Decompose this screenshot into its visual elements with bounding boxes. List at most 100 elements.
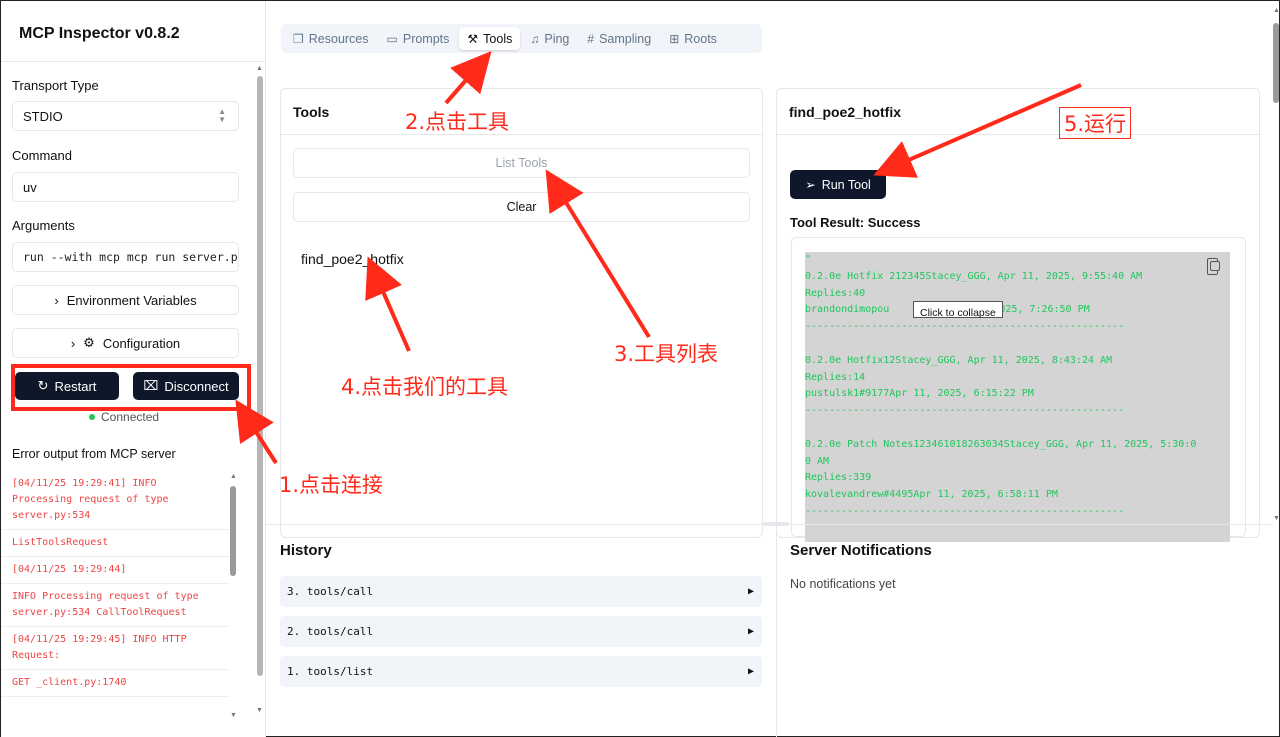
- hash-icon: #: [587, 31, 595, 46]
- list-tools-button[interactable]: List Tools: [293, 148, 750, 178]
- result-line: pustulsk1#9177Apr 11, 2025, 6:15:22 PM: [805, 388, 1034, 400]
- tab-label: Resources: [308, 31, 369, 46]
- log-scroll-down-icon[interactable]: ▼: [230, 712, 237, 719]
- error-output-title: Error output from MCP server: [12, 447, 176, 461]
- send-icon: ➢: [805, 178, 816, 192]
- tab-label: Prompts: [402, 31, 450, 46]
- run-tool-button[interactable]: ➢ Run Tool: [790, 170, 886, 199]
- tab-roots[interactable]: ⊞ Roots: [661, 27, 725, 50]
- tool-result-title: Tool Result: Success: [790, 215, 921, 230]
- arguments-input[interactable]: run --with mcp mcp run server.py: [12, 242, 239, 272]
- result-line: ": [805, 254, 812, 265]
- tab-label: Ping: [544, 31, 570, 46]
- sidebar-scroll-up-icon[interactable]: ▲: [256, 65, 263, 72]
- tab-label: Sampling: [599, 31, 652, 46]
- result-line: ----------------------------------------…: [805, 321, 1125, 333]
- expand-triangle-icon: ▶: [747, 666, 754, 677]
- transport-type-value: STDIO: [23, 108, 63, 124]
- configuration-label: Configuration: [102, 335, 181, 351]
- annotation-step-5: 5.运行: [1059, 107, 1132, 139]
- environment-variables-label: Environment Variables: [66, 292, 197, 308]
- history-item-label: 2. tools/call: [287, 625, 374, 638]
- mcp-inspector-app: MCP Inspector v0.8.2 Transport Type STDI…: [0, 0, 1280, 737]
- log-entry: INFO Processing request of type server.p…: [1, 584, 229, 627]
- tools-panel-title: Tools: [281, 89, 762, 135]
- connection-status-text: Connected: [101, 410, 160, 424]
- tab-prompts[interactable]: ▭ Prompts: [379, 27, 458, 50]
- result-line: 0.2.0e Hotfix12Stacey_GGG, Apr 11, 2025,…: [805, 354, 1113, 366]
- history-item-label: 1. tools/list: [287, 665, 374, 678]
- history-item[interactable]: 3. tools/call ▶: [280, 576, 762, 607]
- connection-status: Connected: [89, 410, 159, 424]
- chevron-right-icon: ›: [70, 335, 76, 351]
- result-line: Replies:339: [805, 472, 872, 484]
- page-scroll-up-icon[interactable]: ▲: [1273, 7, 1280, 14]
- result-line: 0.2.0e Hotfix 212345Stacey_GGG, Apr 11, …: [805, 270, 1143, 282]
- run-tool-label: Run Tool: [821, 177, 871, 192]
- clear-button[interactable]: Clear: [293, 192, 750, 222]
- annotation-highlight-box: [11, 364, 251, 411]
- result-line: Replies:14: [805, 371, 866, 383]
- gear-icon: ⚙: [83, 335, 95, 350]
- tool-result-output[interactable]: " 0.2.0e Hotfix 212345Stacey_GGG, Apr 11…: [805, 252, 1230, 542]
- tab-label: Roots: [684, 31, 717, 46]
- result-line: [805, 336, 1230, 353]
- expand-triangle-icon: ▶: [747, 586, 754, 597]
- sidebar-scroll-down-icon[interactable]: ▼: [256, 707, 263, 714]
- result-line: [805, 420, 1230, 437]
- resize-handle[interactable]: [763, 522, 789, 526]
- error-log: [04/11/25 19:29:41] INFO Processing requ…: [1, 471, 229, 716]
- log-entry: [04/11/25 19:29:41] INFO Processing requ…: [1, 471, 229, 530]
- arguments-label: Arguments: [12, 218, 75, 233]
- message-icon: ▭: [386, 31, 398, 46]
- transport-type-select[interactable]: STDIO ▲ ▼: [12, 101, 239, 131]
- tab-tools[interactable]: ⚒ Tools: [459, 27, 521, 50]
- files-icon: ❐: [293, 31, 304, 46]
- bell-icon: ♫: [530, 31, 540, 46]
- log-entry: [04/11/25 19:29:44]: [1, 557, 229, 584]
- history-title: History: [280, 542, 332, 559]
- tab-sampling[interactable]: # Sampling: [579, 27, 659, 50]
- log-scrollbar[interactable]: [230, 486, 236, 576]
- transport-type-label: Transport Type: [12, 78, 99, 93]
- history-item[interactable]: 2. tools/call ▶: [280, 616, 762, 647]
- result-line: brandondimopou: [805, 304, 890, 316]
- tool-detail-panel: find_poe2_hotfix ➢ Run Tool Tool Result:…: [776, 88, 1260, 542]
- chevron-right-icon: ›: [54, 292, 59, 308]
- sidebar-scrollbar[interactable]: [257, 76, 263, 676]
- sidebar-divider: [1, 61, 266, 62]
- tab-label: Tools: [483, 31, 513, 46]
- result-line: ----------------------------------------…: [805, 405, 1125, 417]
- page-scrollbar[interactable]: [1273, 23, 1279, 103]
- log-entry: [04/11/25 19:29:45] INFO HTTP Request:: [1, 627, 229, 670]
- page-scroll-down-icon[interactable]: ▼: [1273, 515, 1280, 522]
- result-line: 2025, 7:26:50 PM: [993, 304, 1090, 316]
- annotation-step-3: 3.工具列表: [614, 342, 719, 366]
- collapse-tooltip: Click to collapse: [913, 301, 1003, 319]
- tab-ping[interactable]: ♫ Ping: [522, 27, 577, 50]
- log-entry: ListToolsRequest: [1, 530, 229, 557]
- command-input[interactable]: uv: [12, 172, 239, 202]
- tree-icon: ⊞: [669, 31, 680, 46]
- tool-list-item[interactable]: find_poe2_hotfix: [301, 251, 404, 267]
- tool-detail-title: find_poe2_hotfix: [777, 89, 1259, 135]
- bottom-vertical-divider: [776, 524, 777, 737]
- tool-result-container: " 0.2.0e Hotfix 212345Stacey_GGG, Apr 11…: [791, 237, 1246, 542]
- history-item[interactable]: 1. tools/list ▶: [280, 656, 762, 687]
- tab-bar: ❐ Resources ▭ Prompts ⚒ Tools ♫ Ping # Sampli…: [281, 24, 762, 53]
- annotation-step-2: 2.点击工具: [405, 110, 510, 134]
- tab-resources[interactable]: ❐ Resources: [285, 27, 377, 50]
- app-title: MCP Inspector v0.8.2: [19, 25, 180, 42]
- status-dot-icon: [89, 414, 95, 420]
- result-line: 0 AM: [805, 455, 830, 467]
- server-notifications-title: Server Notifications: [790, 542, 932, 559]
- select-updown-icon: ▲ ▼: [218, 107, 226, 124]
- annotation-step-1: 1.点击连接: [279, 473, 384, 497]
- configuration-toggle[interactable]: › ⚙ Configuration: [12, 328, 239, 358]
- environment-variables-toggle[interactable]: › Environment Variables: [12, 285, 239, 315]
- copy-icon[interactable]: [1207, 258, 1220, 275]
- hammer-icon: ⚒: [467, 31, 479, 46]
- log-scroll-up-icon[interactable]: ▲: [230, 473, 237, 480]
- result-line: 0.2.0e Patch Notes123461018263034Stacey_…: [805, 438, 1197, 450]
- result-line: Replies:40: [805, 287, 866, 299]
